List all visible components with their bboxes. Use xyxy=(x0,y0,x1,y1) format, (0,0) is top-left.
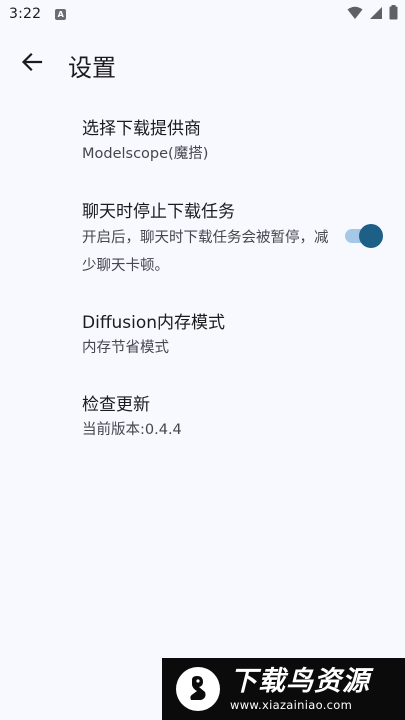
status-time: 3:22 xyxy=(9,6,42,22)
setting-diffusion-memory-mode[interactable]: Diffusion内存模式 内存节省模式 xyxy=(82,311,385,361)
wifi-icon xyxy=(347,6,363,24)
watermark-url: www.xiazainiao.com xyxy=(230,698,353,712)
setting-subtitle: 当前版本:0.4.4 xyxy=(82,422,182,438)
app-bar: 设置 xyxy=(0,36,405,92)
setting-title: 聊天时停止下载任务 xyxy=(82,202,235,222)
bird-logo-icon xyxy=(176,667,220,711)
signal-icon xyxy=(369,6,383,24)
notification-icon: A xyxy=(55,8,67,20)
watermark: 下载鸟资源 www.xiazainiao.com xyxy=(162,658,405,720)
toggle-thumb xyxy=(359,224,383,248)
status-bar: 3:22 A xyxy=(0,0,405,28)
status-icons xyxy=(347,5,398,24)
battery-icon xyxy=(389,5,398,24)
setting-stop-download-on-chat[interactable]: 聊天时停止下载任务 开启后，聊天时下载任务会被暂停，减少聊天卡顿。 xyxy=(82,200,385,280)
page-title: 设置 xyxy=(68,54,116,82)
setting-check-update[interactable]: 检查更新 当前版本:0.4.4 xyxy=(82,393,385,443)
setting-subtitle: 开启后，聊天时下载任务会被暂停，减少聊天卡顿。 xyxy=(82,230,329,274)
back-button[interactable] xyxy=(14,46,50,82)
arrow-back-icon xyxy=(21,51,43,77)
setting-subtitle: 内存节省模式 xyxy=(82,340,169,356)
setting-title: Diffusion内存模式 xyxy=(82,313,226,333)
watermark-text: 下载鸟资源 www.xiazainiao.com xyxy=(230,666,370,712)
setting-title: 选择下载提供商 xyxy=(82,119,201,139)
setting-subtitle: Modelscope(魔搭) xyxy=(82,146,209,162)
watermark-title: 下载鸟资源 xyxy=(230,666,370,697)
setting-download-provider[interactable]: 选择下载提供商 Modelscope(魔搭) xyxy=(82,117,385,167)
stop-download-toggle[interactable] xyxy=(345,224,383,248)
setting-title: 检查更新 xyxy=(82,395,150,415)
